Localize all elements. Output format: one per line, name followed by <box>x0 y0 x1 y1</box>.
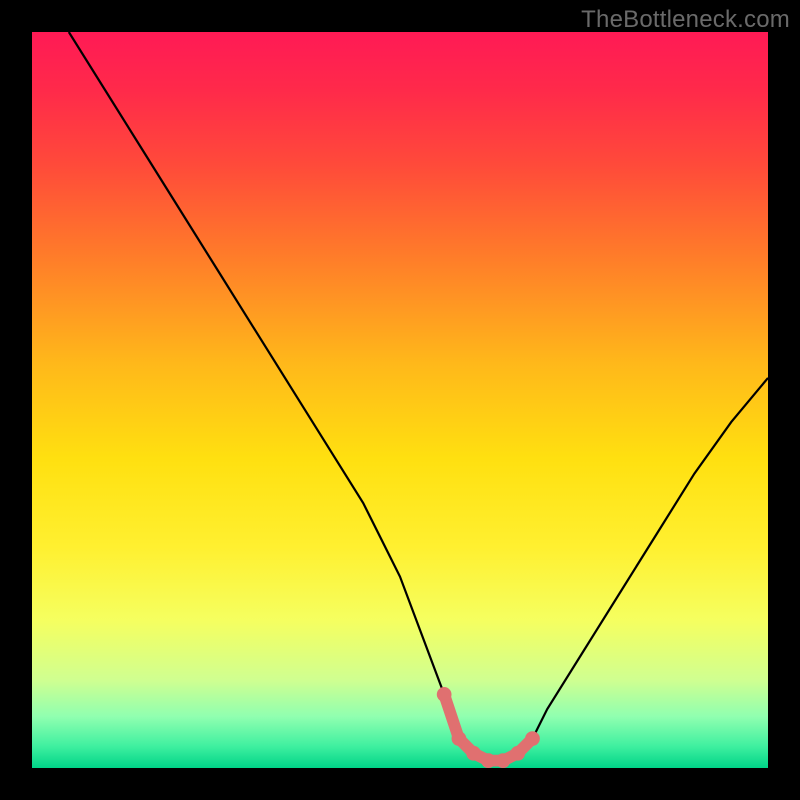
optimal-marker <box>437 687 452 702</box>
chart-stage: TheBottleneck.com <box>0 0 800 800</box>
optimal-markers <box>437 687 540 768</box>
plot-area <box>32 32 768 768</box>
optimal-marker <box>510 746 525 761</box>
optimal-marker <box>525 731 540 746</box>
optimal-marker <box>466 746 481 761</box>
watermark-text: TheBottleneck.com <box>581 6 790 34</box>
optimal-marker <box>481 753 496 768</box>
optimal-marker <box>496 753 511 768</box>
optimal-marker <box>452 731 467 746</box>
curve-layer <box>32 32 768 768</box>
bottleneck-curve <box>69 32 768 761</box>
